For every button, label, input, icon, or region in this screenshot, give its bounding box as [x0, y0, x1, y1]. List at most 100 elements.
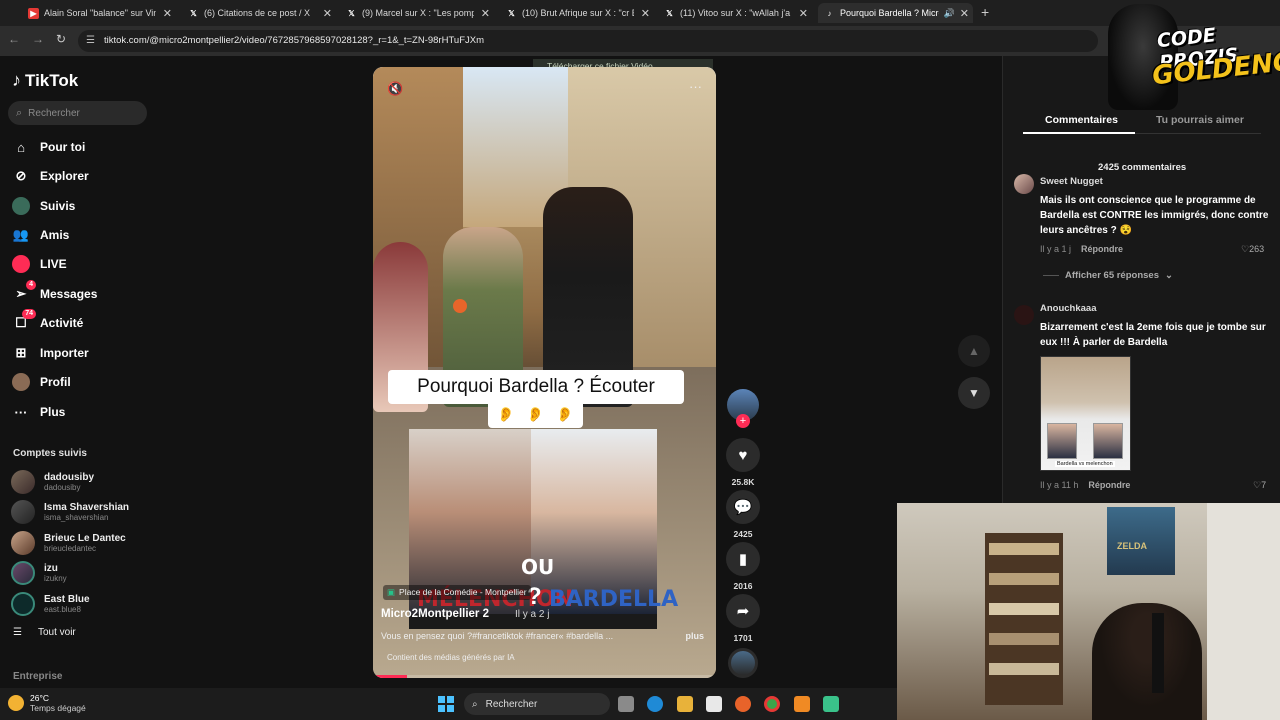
tab-label: Alain Soral "balance" sur Vincent: [44, 8, 156, 18]
nav-item-live[interactable]: LIVE: [12, 254, 67, 274]
tab-label: (11) Vitoo sur X : "wAllah j'a: [680, 8, 791, 18]
live-icon: [12, 255, 30, 273]
speaker-icon[interactable]: 🔊: [944, 8, 955, 19]
reply-button[interactable]: Répondre: [1088, 480, 1130, 490]
nav-item-activite[interactable]: ☐ 74 Activité: [12, 309, 83, 333]
see-all-link[interactable]: ☰ Tout voir: [13, 627, 76, 638]
more-description-link[interactable]: plus: [685, 631, 704, 641]
nav-label: Amis: [40, 228, 70, 242]
reload-icon[interactable]: ↻: [56, 32, 66, 46]
view-replies-button[interactable]: Afficher 65 réponses ⌄: [1043, 270, 1173, 281]
follow-plus-icon[interactable]: +: [736, 414, 750, 428]
x-icon: 𝕏: [190, 8, 197, 18]
ai-content-label: Contient des médias générés par IA: [387, 653, 515, 662]
close-icon[interactable]: ✕: [323, 7, 336, 20]
taskbar-search[interactable]: ⌕ Rechercher: [464, 693, 610, 715]
book-row: [989, 633, 1059, 645]
tiktok-logo[interactable]: ♪ TikTok: [12, 70, 78, 91]
site-info-icon[interactable]: ☰: [86, 35, 98, 47]
close-icon[interactable]: ✕: [799, 7, 812, 20]
avatar[interactable]: [1014, 174, 1034, 194]
browser-tab-active[interactable]: ♪ Pourquoi Bardella ? Micro- 🔊 ✕: [818, 3, 973, 23]
tab-comments[interactable]: Commentaires: [1045, 114, 1118, 126]
like-button[interactable]: ♥ 25.8K: [726, 438, 760, 487]
share-button[interactable]: ➦ 1701: [726, 594, 760, 643]
nav-label: Importer: [40, 346, 89, 360]
share-icon: ➦: [726, 594, 760, 628]
comment-icon: 💬: [726, 490, 760, 524]
followed-account[interactable]: Brieuc Le Dantec brieucledantec: [11, 531, 126, 555]
nav-item-pour-toi[interactable]: ⌂ Pour toi: [12, 137, 85, 157]
reply-button[interactable]: Répondre: [1081, 244, 1123, 254]
close-icon[interactable]: ✕: [163, 7, 176, 20]
ear-emoji-row: 👂 👂 👂: [488, 400, 583, 428]
comment-username[interactable]: Sweet Nugget: [1040, 176, 1103, 187]
windows-taskbar: 26°C Temps dégagé ⌕ Rechercher: [0, 688, 897, 720]
file-explorer-icon[interactable]: [677, 696, 693, 712]
tab-active-underline: [1023, 132, 1135, 134]
account-name: Brieuc Le Dantec: [44, 533, 126, 544]
nav-item-messages[interactable]: ➢ 4 Messages: [12, 280, 97, 304]
video-author[interactable]: Micro2Montpellier 2: [381, 608, 489, 620]
browser-tab[interactable]: 𝕏 (9) Marcel sur X : "Les pompier ✕: [346, 3, 494, 23]
account-name: izu: [44, 563, 58, 574]
forward-icon[interactable]: →: [32, 32, 44, 46]
browser-tab[interactable]: ▶ Alain Soral "balance" sur Vincent ✕: [28, 3, 176, 23]
nav-item-suivis[interactable]: Suivis: [12, 196, 75, 216]
next-video-button[interactable]: ▼: [958, 377, 990, 409]
app-icon[interactable]: [823, 696, 839, 712]
poster-text: ZELDA: [1117, 541, 1147, 551]
prev-video-button[interactable]: ▲: [958, 335, 990, 367]
close-icon[interactable]: ✕: [641, 7, 654, 20]
avatar[interactable]: [1014, 305, 1034, 325]
tab-suggestions[interactable]: Tu pourrais aimer: [1156, 114, 1244, 126]
followed-account[interactable]: East Blue east.blue8: [11, 592, 90, 616]
sidebar: ♪ TikTok ⌕ Rechercher ⌂ Pour toi ⊘ Explo…: [0, 56, 160, 688]
followed-account[interactable]: Isma Shavershian isma_shavershian: [11, 500, 129, 524]
new-tab-button[interactable]: +: [981, 4, 989, 20]
comment-username[interactable]: Anouchkaaa: [1040, 303, 1097, 314]
windows-start-icon[interactable]: [438, 696, 454, 712]
nav-item-explorer[interactable]: ⊘ Explorer: [12, 166, 89, 186]
nav-item-plus[interactable]: ··· Plus: [12, 402, 66, 422]
close-icon[interactable]: ✕: [481, 7, 494, 20]
nav-item-importer[interactable]: ⊞ Importer: [12, 343, 89, 363]
back-icon[interactable]: ←: [8, 32, 20, 46]
more-options-icon[interactable]: ···: [689, 79, 702, 94]
nav-label: Plus: [40, 405, 66, 419]
location-tag[interactable]: ▣ Place de la Comédie - Montpellier: [383, 585, 531, 600]
comment-like[interactable]: ♡7: [1253, 480, 1266, 491]
comment-like[interactable]: ♡263: [1241, 244, 1264, 255]
tiktok-icon: ♪: [12, 70, 21, 90]
close-icon[interactable]: ✕: [960, 7, 973, 20]
chrome-icon[interactable]: [764, 696, 780, 712]
followed-account[interactable]: dadousiby dadousiby: [11, 470, 94, 494]
save-button[interactable]: ▮ 2016: [726, 542, 760, 591]
nav-item-amis[interactable]: 👥 Amis: [12, 225, 69, 245]
video-progress-bar[interactable]: [373, 675, 716, 678]
followed-account[interactable]: izu izukny: [11, 561, 67, 585]
bookmark-icon: ▮: [726, 542, 760, 576]
url-bar[interactable]: ☰ tiktok.com/@micro2montpellier2/video/7…: [78, 30, 1098, 52]
messages-icon: ➢ 4: [12, 280, 36, 303]
volume-icon[interactable]: 🔇: [387, 81, 403, 97]
weather-widget[interactable]: 26°C Temps dégagé: [8, 693, 86, 713]
vlc-icon[interactable]: [794, 696, 810, 712]
search-input[interactable]: ⌕ Rechercher: [8, 101, 147, 125]
firefox-icon[interactable]: [735, 696, 751, 712]
comment-image[interactable]: Bardella vs melenchon: [1040, 356, 1131, 471]
webcam-overlay: ZELDA: [897, 503, 1280, 720]
video-player[interactable]: 🔇 ··· Pourquoi Bardella ? Écouter 👂 👂 👂 …: [373, 67, 716, 678]
browser-tab[interactable]: 𝕏 (11) Vitoo sur X : "wAllah j'a ✕: [664, 3, 812, 23]
footer-entreprise[interactable]: Entreprise: [13, 671, 62, 682]
comment-time: Il y a 1 j: [1040, 244, 1072, 254]
comment-button[interactable]: 💬 2425: [726, 490, 760, 539]
browser-tab[interactable]: 𝕏 (10) Brut Afrique sur X : "cr En ✕: [506, 3, 654, 23]
bookshelf: [985, 533, 1063, 705]
edge-icon[interactable]: [647, 696, 663, 712]
nav-item-profil[interactable]: Profil: [12, 372, 71, 392]
browser-tab[interactable]: 𝕏 (6) Citations de ce post / X ✕: [188, 3, 336, 23]
store-icon[interactable]: [706, 696, 722, 712]
task-view-icon[interactable]: [618, 696, 634, 712]
sound-avatar[interactable]: [728, 648, 758, 678]
